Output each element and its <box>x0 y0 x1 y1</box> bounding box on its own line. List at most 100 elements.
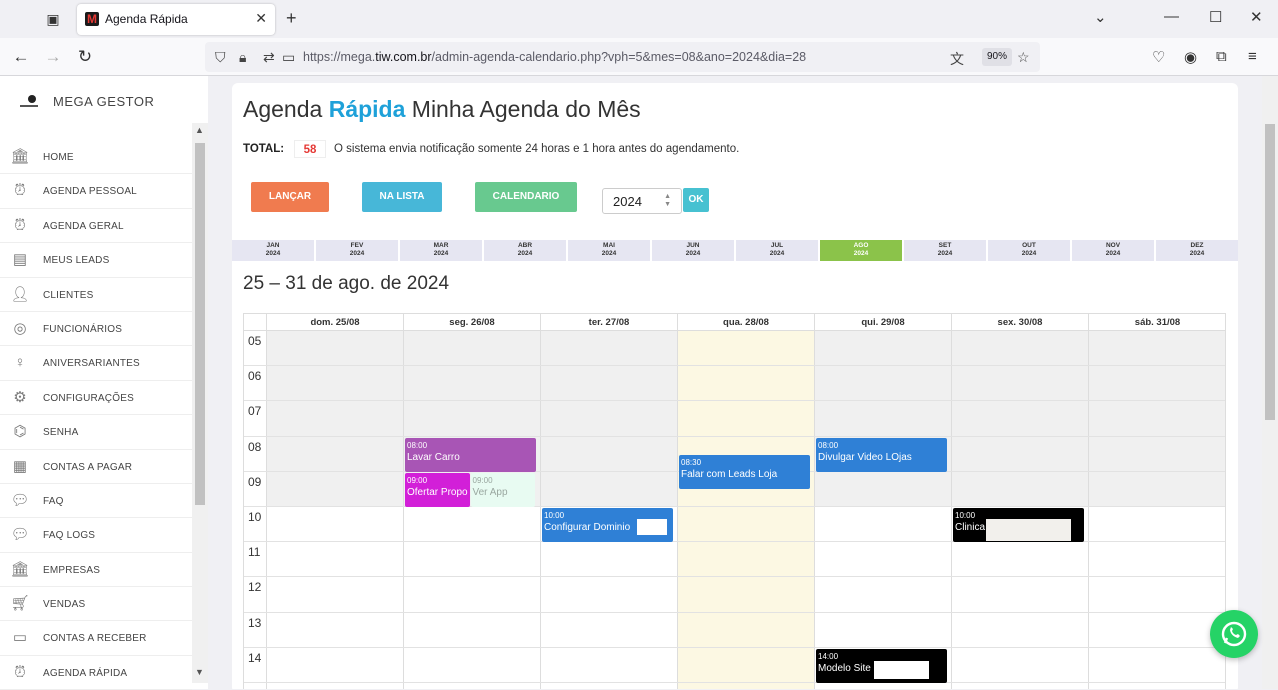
redaction-block <box>986 519 1071 541</box>
whatsapp-button[interactable] <box>1210 610 1258 658</box>
tab-overflow-chevron-icon[interactable]: ⌄ <box>1094 8 1107 26</box>
maximize-icon[interactable]: ☐ <box>1209 8 1222 26</box>
bookmark-star-icon[interactable]: ☆ <box>1017 49 1030 66</box>
sidebar-item-configurações[interactable]: ⚙︎ CONFIGURAÇÕES <box>0 381 192 416</box>
page-title: Agenda Rápida Minha Agenda do Mês <box>243 96 641 122</box>
forward-icon[interactable]: → <box>43 47 63 67</box>
notification-notice: O sistema envia notificação somente 24 h… <box>334 143 740 155</box>
year-spinner-icon[interactable]: ▲ ▼ <box>664 193 671 209</box>
browser-nav-bar: ← → ↻ ⛉ 🔒︎ ⇄ ▭ https://mega.tiw.com.br/a… <box>0 38 1278 76</box>
sidebar-item-faq-logs[interactable]: 💬︎ FAQ LOGS <box>0 518 192 553</box>
month-tab-abr[interactable]: ABR 2024 <box>484 240 566 261</box>
calendario-button[interactable]: CALENDARIO <box>475 182 577 212</box>
sidebar-item-funcionários[interactable]: ◎ FUNCIONÁRIOS <box>0 312 192 347</box>
url-text[interactable]: https://mega.tiw.com.br/admin-agenda-cal… <box>303 50 806 64</box>
day-header[interactable]: ter. 27/08 <box>540 314 677 331</box>
sidebar-item-contas-a-pagar[interactable]: ▦ CONTAS A PAGAR <box>0 450 192 484</box>
camera-icon[interactable]: ▭ <box>282 49 295 66</box>
gear-icon: ⚙︎ <box>13 388 27 406</box>
translate-icon[interactable]: 文 <box>950 49 964 69</box>
hour-label: 05 <box>248 334 262 348</box>
user-circle-icon: ◎ <box>13 319 27 337</box>
bank-icon: 🏛︎ <box>10 148 30 165</box>
minimize-icon[interactable]: — <box>1164 8 1179 25</box>
scroll-up-icon[interactable]: ▲ <box>195 125 204 135</box>
hour-label: 07 <box>248 404 262 419</box>
month-tab-jan[interactable]: JAN 2024 <box>232 240 314 261</box>
month-tab-fev[interactable]: FEV 2024 <box>316 240 398 261</box>
day-header[interactable]: qui. 29/08 <box>814 314 951 331</box>
na-lista-button[interactable]: NA LISTA <box>362 182 442 212</box>
month-tab-ago[interactable]: AGO 2024 <box>820 240 902 261</box>
calendar-event[interactable]: 08:00 Lavar Carro <box>405 437 536 472</box>
sidebar: MEGA GESTOR 🏛︎ HOME ⏰︎ AGENDA PESSOAL ⏰︎ AGEN… <box>0 76 208 690</box>
redaction-block <box>874 660 929 679</box>
week-calendar: dom. 25/08 seg. 26/08 ter. 27/08 qua. 28/08… <box>243 313 1226 689</box>
page-scrollbar-thumb[interactable] <box>1265 124 1275 420</box>
alarm-clock-icon: ⏰︎ <box>14 216 26 234</box>
tab-list-icon[interactable]: ▣ <box>43 9 63 29</box>
month-tab-jul[interactable]: JUL 2024 <box>736 240 818 261</box>
month-year: 2024 <box>853 250 869 257</box>
sidebar-item-clientes[interactable]: 👤︎ CLIENTES <box>0 278 192 312</box>
sidebar-item-aniversariantes[interactable]: ♀ ANIVERSARIANTES <box>0 346 192 381</box>
user-icon: 👤︎ <box>10 285 30 303</box>
account-icon[interactable]: ◉ <box>1184 48 1197 66</box>
scroll-down-icon[interactable]: ▼ <box>195 667 204 677</box>
browser-tab[interactable]: M Agenda Rápida ✕ <box>77 4 275 35</box>
zoom-level[interactable]: 90% <box>982 48 1012 66</box>
month-name: FEV <box>350 242 364 249</box>
hour-label: 06 <box>248 369 262 384</box>
sidebar-item-vendas[interactable]: 🛒︎ VENDAS <box>0 587 192 622</box>
hour-label: 11 <box>248 545 261 560</box>
ok-button[interactable]: OK <box>683 188 709 212</box>
day-header[interactable]: dom. 25/08 <box>266 314 403 331</box>
scrollbar-thumb[interactable] <box>195 143 205 505</box>
sidebar-item-faq[interactable]: 💬︎ FAQ <box>0 484 192 519</box>
month-tab-dez[interactable]: DEZ 2024 <box>1156 240 1238 261</box>
day-header[interactable]: seg. 26/08 <box>403 314 540 331</box>
hour-label: 14 <box>248 650 262 665</box>
month-tab-mar[interactable]: MAR 2024 <box>400 240 482 261</box>
menu-hamburger-icon[interactable]: ≡ <box>1248 48 1257 65</box>
day-header[interactable]: qua. 28/08 <box>677 314 814 331</box>
new-tab-icon[interactable]: + <box>286 8 297 29</box>
permissions-icon[interactable]: ⇄ <box>263 49 275 66</box>
calendar-event[interactable]: 08:30 Falar com Leads Loja <box>679 455 810 490</box>
sidebar-item-label: FAQ <box>43 495 64 507</box>
sidebar-item-label: VENDAS <box>43 599 86 611</box>
month-tab-nov[interactable]: NOV 2024 <box>1072 240 1154 261</box>
shield-icon[interactable]: ⛉ <box>215 49 226 66</box>
hour-label: 13 <box>248 615 262 630</box>
sidebar-item-agenda-rápida[interactable]: ⏰︎ AGENDA RÁPIDA <box>0 656 192 690</box>
calendar-event[interactable]: 09:00 Ofertar Propo <box>405 472 470 507</box>
pocket-icon[interactable]: ♡ <box>1152 48 1165 66</box>
day-header[interactable]: sáb. 31/08 <box>1088 314 1225 331</box>
page-scrollbar[interactable] <box>1262 76 1278 689</box>
month-tab-out[interactable]: OUT 2024 <box>988 240 1070 261</box>
sidebar-item-senha[interactable]: ⌬ SENHA <box>0 415 192 450</box>
back-icon[interactable]: ← <box>11 47 31 67</box>
lock-icon[interactable]: 🔒︎ <box>239 49 246 66</box>
month-tab-jun[interactable]: JUN 2024 <box>652 240 734 261</box>
sidebar-scrollbar[interactable]: ▲ ▼ <box>192 123 208 683</box>
sidebar-item-agenda-geral[interactable]: ⏰︎ AGENDA GERAL <box>0 209 192 244</box>
sidebar-item-empresas[interactable]: 🏛︎ EMPRESAS <box>0 553 192 588</box>
calendar-event[interactable]: 08:00 Divulgar Video LOjas <box>816 437 947 472</box>
address-bar[interactable]: ⛉ 🔒︎ ⇄ ▭ https://mega.tiw.com.br/admin-a… <box>205 42 1040 72</box>
sidebar-item-contas-a-receber[interactable]: ▭ CONTAS A RECEBER <box>0 621 192 656</box>
close-tab-icon[interactable]: ✕ <box>255 10 267 27</box>
sidebar-item-home[interactable]: 🏛︎ HOME <box>0 140 192 175</box>
calendar-event[interactable]: 09:00 Ver App <box>470 472 535 507</box>
year-input[interactable]: 2024 ▲ ▼ <box>602 188 682 214</box>
sidebar-item-meus-leads[interactable]: ▤ MEUS LEADS <box>0 243 192 278</box>
month-tab-mai[interactable]: MAI 2024 <box>568 240 650 261</box>
hour-row: 07 <box>244 401 1225 437</box>
close-window-icon[interactable]: ✕ <box>1250 8 1263 26</box>
reload-icon[interactable]: ↻ <box>75 47 95 67</box>
month-tab-set[interactable]: SET 2024 <box>904 240 986 261</box>
lancar-button[interactable]: LANÇAR <box>251 182 329 212</box>
extensions-icon[interactable]: ⧉ <box>1216 48 1227 65</box>
day-header[interactable]: sex. 30/08 <box>951 314 1088 331</box>
sidebar-item-agenda-pessoal[interactable]: ⏰︎ AGENDA PESSOAL <box>0 174 192 209</box>
